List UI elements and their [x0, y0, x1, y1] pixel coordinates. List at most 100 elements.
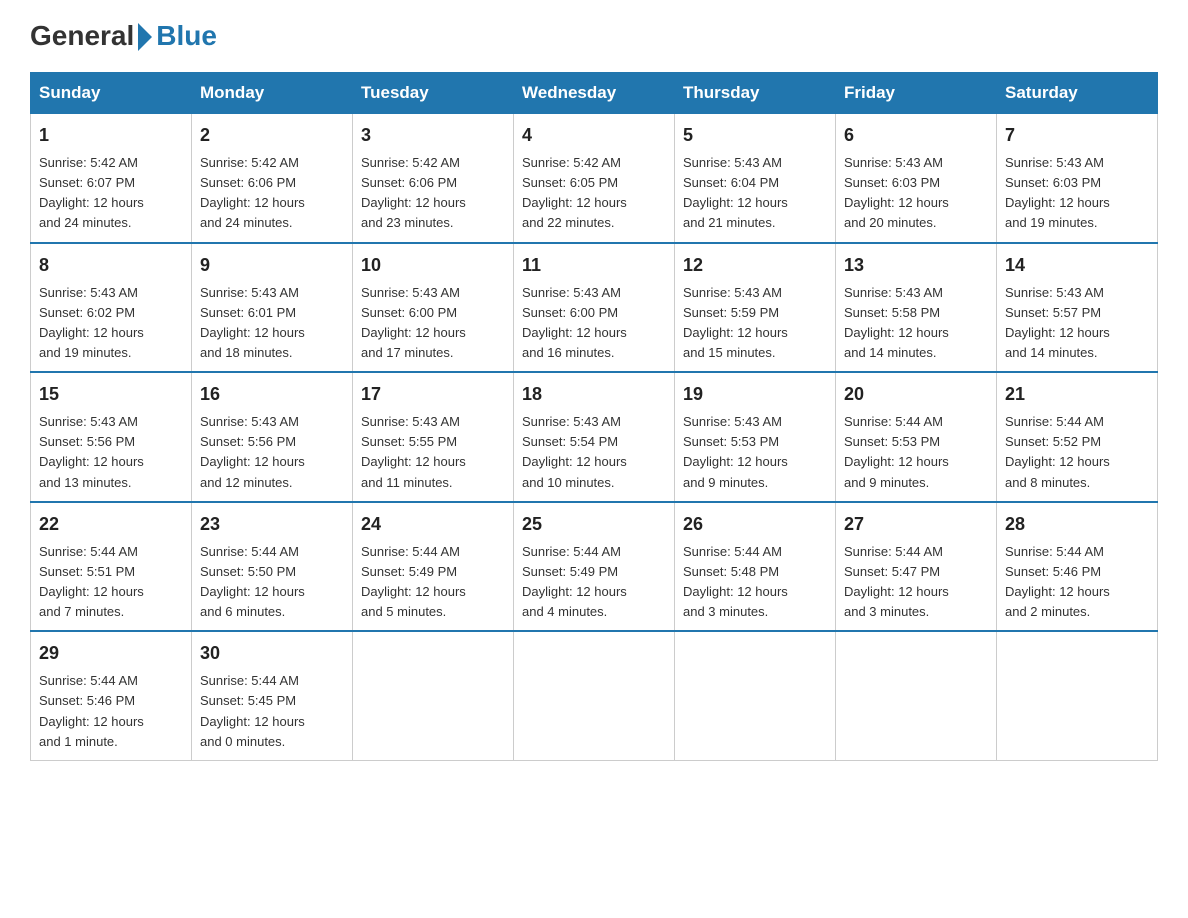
calendar-week-5: 29 Sunrise: 5:44 AMSunset: 5:46 PMDayligh… — [31, 631, 1158, 760]
day-number: 28 — [1005, 511, 1149, 538]
calendar-cell: 14 Sunrise: 5:43 AMSunset: 5:57 PMDayligh… — [997, 243, 1158, 373]
day-info: Sunrise: 5:43 AMSunset: 5:55 PMDaylight:… — [361, 412, 505, 493]
calendar-cell: 16 Sunrise: 5:43 AMSunset: 5:56 PMDayligh… — [192, 372, 353, 502]
day-number: 1 — [39, 122, 183, 149]
day-number: 15 — [39, 381, 183, 408]
calendar-cell: 28 Sunrise: 5:44 AMSunset: 5:46 PMDayligh… — [997, 502, 1158, 632]
day-info: Sunrise: 5:44 AMSunset: 5:49 PMDaylight:… — [522, 542, 666, 623]
calendar-cell — [353, 631, 514, 760]
calendar-week-2: 8 Sunrise: 5:43 AMSunset: 6:02 PMDaylight… — [31, 243, 1158, 373]
day-info: Sunrise: 5:43 AMSunset: 5:56 PMDaylight:… — [200, 412, 344, 493]
calendar-cell: 18 Sunrise: 5:43 AMSunset: 5:54 PMDayligh… — [514, 372, 675, 502]
calendar-cell — [836, 631, 997, 760]
logo-general-text: General — [30, 20, 134, 52]
day-info: Sunrise: 5:44 AMSunset: 5:46 PMDaylight:… — [39, 671, 183, 752]
day-number: 22 — [39, 511, 183, 538]
day-info: Sunrise: 5:44 AMSunset: 5:51 PMDaylight:… — [39, 542, 183, 623]
calendar-header-row: SundayMondayTuesdayWednesdayThursdayFrid… — [31, 73, 1158, 114]
day-info: Sunrise: 5:43 AMSunset: 6:00 PMDaylight:… — [361, 283, 505, 364]
calendar-table: SundayMondayTuesdayWednesdayThursdayFrid… — [30, 72, 1158, 761]
calendar-cell — [675, 631, 836, 760]
day-number: 10 — [361, 252, 505, 279]
day-info: Sunrise: 5:44 AMSunset: 5:53 PMDaylight:… — [844, 412, 988, 493]
calendar-week-4: 22 Sunrise: 5:44 AMSunset: 5:51 PMDayligh… — [31, 502, 1158, 632]
logo-blue-text: Blue — [156, 20, 217, 52]
day-number: 8 — [39, 252, 183, 279]
day-info: Sunrise: 5:43 AMSunset: 5:54 PMDaylight:… — [522, 412, 666, 493]
calendar-cell: 24 Sunrise: 5:44 AMSunset: 5:49 PMDayligh… — [353, 502, 514, 632]
day-info: Sunrise: 5:43 AMSunset: 6:02 PMDaylight:… — [39, 283, 183, 364]
day-number: 11 — [522, 252, 666, 279]
day-info: Sunrise: 5:44 AMSunset: 5:48 PMDaylight:… — [683, 542, 827, 623]
calendar-cell: 19 Sunrise: 5:43 AMSunset: 5:53 PMDayligh… — [675, 372, 836, 502]
day-number: 7 — [1005, 122, 1149, 149]
day-number: 13 — [844, 252, 988, 279]
page-header: General Blue — [30, 20, 1158, 52]
day-number: 2 — [200, 122, 344, 149]
header-friday: Friday — [836, 73, 997, 114]
day-info: Sunrise: 5:43 AMSunset: 5:56 PMDaylight:… — [39, 412, 183, 493]
day-info: Sunrise: 5:42 AMSunset: 6:05 PMDaylight:… — [522, 153, 666, 234]
day-number: 3 — [361, 122, 505, 149]
day-number: 17 — [361, 381, 505, 408]
day-number: 20 — [844, 381, 988, 408]
day-number: 24 — [361, 511, 505, 538]
day-number: 6 — [844, 122, 988, 149]
calendar-cell: 25 Sunrise: 5:44 AMSunset: 5:49 PMDayligh… — [514, 502, 675, 632]
calendar-cell: 22 Sunrise: 5:44 AMSunset: 5:51 PMDayligh… — [31, 502, 192, 632]
day-info: Sunrise: 5:42 AMSunset: 6:06 PMDaylight:… — [361, 153, 505, 234]
calendar-cell: 5Sunrise: 5:43 AMSunset: 6:04 PMDaylight… — [675, 114, 836, 243]
day-number: 19 — [683, 381, 827, 408]
day-info: Sunrise: 5:43 AMSunset: 6:03 PMDaylight:… — [1005, 153, 1149, 234]
day-number: 18 — [522, 381, 666, 408]
day-info: Sunrise: 5:42 AMSunset: 6:07 PMDaylight:… — [39, 153, 183, 234]
day-info: Sunrise: 5:43 AMSunset: 6:03 PMDaylight:… — [844, 153, 988, 234]
header-wednesday: Wednesday — [514, 73, 675, 114]
day-info: Sunrise: 5:44 AMSunset: 5:45 PMDaylight:… — [200, 671, 344, 752]
day-number: 27 — [844, 511, 988, 538]
day-info: Sunrise: 5:44 AMSunset: 5:49 PMDaylight:… — [361, 542, 505, 623]
logo: General Blue — [30, 20, 217, 52]
day-number: 4 — [522, 122, 666, 149]
calendar-cell: 26 Sunrise: 5:44 AMSunset: 5:48 PMDayligh… — [675, 502, 836, 632]
day-info: Sunrise: 5:43 AMSunset: 5:59 PMDaylight:… — [683, 283, 827, 364]
calendar-cell: 6 Sunrise: 5:43 AMSunset: 6:03 PMDaylight… — [836, 114, 997, 243]
day-info: Sunrise: 5:44 AMSunset: 5:50 PMDaylight:… — [200, 542, 344, 623]
day-info: Sunrise: 5:44 AMSunset: 5:46 PMDaylight:… — [1005, 542, 1149, 623]
day-info: Sunrise: 5:43 AMSunset: 6:01 PMDaylight:… — [200, 283, 344, 364]
calendar-cell: 11Sunrise: 5:43 AMSunset: 6:00 PMDayligh… — [514, 243, 675, 373]
calendar-cell: 21Sunrise: 5:44 AMSunset: 5:52 PMDayligh… — [997, 372, 1158, 502]
day-number: 16 — [200, 381, 344, 408]
day-info: Sunrise: 5:43 AMSunset: 5:53 PMDaylight:… — [683, 412, 827, 493]
day-info: Sunrise: 5:44 AMSunset: 5:47 PMDaylight:… — [844, 542, 988, 623]
calendar-cell: 15 Sunrise: 5:43 AMSunset: 5:56 PMDayligh… — [31, 372, 192, 502]
day-info: Sunrise: 5:43 AMSunset: 5:58 PMDaylight:… — [844, 283, 988, 364]
day-number: 26 — [683, 511, 827, 538]
calendar-cell: 3 Sunrise: 5:42 AMSunset: 6:06 PMDaylight… — [353, 114, 514, 243]
calendar-week-1: 1 Sunrise: 5:42 AMSunset: 6:07 PMDaylight… — [31, 114, 1158, 243]
calendar-cell: 7 Sunrise: 5:43 AMSunset: 6:03 PMDaylight… — [997, 114, 1158, 243]
day-number: 5 — [683, 122, 827, 149]
day-info: Sunrise: 5:43 AMSunset: 5:57 PMDaylight:… — [1005, 283, 1149, 364]
header-saturday: Saturday — [997, 73, 1158, 114]
calendar-cell: 2 Sunrise: 5:42 AMSunset: 6:06 PMDaylight… — [192, 114, 353, 243]
day-number: 9 — [200, 252, 344, 279]
calendar-cell: 20 Sunrise: 5:44 AMSunset: 5:53 PMDayligh… — [836, 372, 997, 502]
day-number: 12 — [683, 252, 827, 279]
day-number: 14 — [1005, 252, 1149, 279]
calendar-cell: 30 Sunrise: 5:44 AMSunset: 5:45 PMDayligh… — [192, 631, 353, 760]
day-number: 30 — [200, 640, 344, 667]
calendar-cell: 12 Sunrise: 5:43 AMSunset: 5:59 PMDayligh… — [675, 243, 836, 373]
header-monday: Monday — [192, 73, 353, 114]
calendar-cell: 9 Sunrise: 5:43 AMSunset: 6:01 PMDaylight… — [192, 243, 353, 373]
day-number: 25 — [522, 511, 666, 538]
logo-arrow-icon — [138, 23, 152, 51]
calendar-week-3: 15 Sunrise: 5:43 AMSunset: 5:56 PMDayligh… — [31, 372, 1158, 502]
day-number: 29 — [39, 640, 183, 667]
header-sunday: Sunday — [31, 73, 192, 114]
calendar-cell: 23Sunrise: 5:44 AMSunset: 5:50 PMDayligh… — [192, 502, 353, 632]
day-info: Sunrise: 5:42 AMSunset: 6:06 PMDaylight:… — [200, 153, 344, 234]
calendar-cell: 10 Sunrise: 5:43 AMSunset: 6:00 PMDayligh… — [353, 243, 514, 373]
calendar-cell: 4 Sunrise: 5:42 AMSunset: 6:05 PMDaylight… — [514, 114, 675, 243]
calendar-cell: 27 Sunrise: 5:44 AMSunset: 5:47 PMDayligh… — [836, 502, 997, 632]
